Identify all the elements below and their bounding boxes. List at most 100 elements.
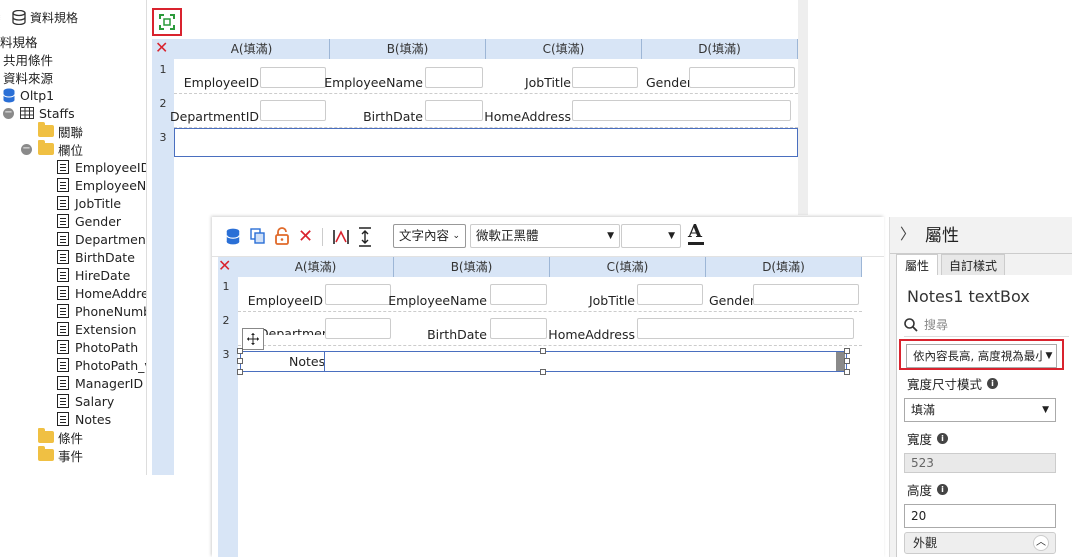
- field-input[interactable]: [490, 318, 547, 339]
- font-family-select[interactable]: 微軟正黑體 ▼: [470, 224, 620, 248]
- column-c[interactable]: C(填滿): [486, 39, 642, 59]
- row-number[interactable]: 1: [215, 280, 237, 293]
- tree-field-item[interactable]: Gender: [57, 212, 121, 230]
- column-a[interactable]: A(填滿): [238, 257, 394, 277]
- info-icon[interactable]: i: [987, 378, 999, 389]
- row-number[interactable]: 3: [215, 348, 237, 361]
- tree-field-item[interactable]: HireDate: [57, 266, 130, 284]
- column-a[interactable]: A(填滿): [174, 39, 330, 59]
- notes-textbox[interactable]: [324, 352, 847, 371]
- tree-field-item[interactable]: JobTitle: [57, 194, 121, 212]
- tree-field-item[interactable]: PhotoPath_v: [57, 356, 146, 374]
- height-mode-select[interactable]: 依內容長高, 高度視為最小 ▼: [899, 339, 1064, 370]
- column-b[interactable]: B(填滿): [394, 257, 550, 277]
- tree-field-item[interactable]: DepartmentID: [57, 230, 146, 248]
- row3-cell[interactable]: [174, 128, 798, 157]
- tree-header-label[interactable]: 資料規格: [30, 9, 78, 26]
- component-name: Notes1 textBox: [907, 287, 1030, 306]
- move-handle-icon[interactable]: [242, 328, 264, 350]
- menu-icon[interactable]: ≡: [0, 11, 8, 24]
- tree-item-events[interactable]: 事件: [38, 446, 83, 464]
- resize-handle[interactable]: [540, 348, 546, 354]
- info-icon[interactable]: i: [937, 433, 949, 444]
- field-input[interactable]: [637, 318, 854, 339]
- resize-handle[interactable]: [237, 358, 243, 364]
- fit-screen-button[interactable]: [152, 8, 182, 36]
- field-input[interactable]: [572, 100, 791, 121]
- resize-handle[interactable]: [844, 348, 850, 354]
- tree-field-item[interactable]: HomeAddress: [57, 284, 146, 302]
- tree-field-item[interactable]: PhoneNumber: [57, 302, 146, 320]
- scrollbar[interactable]: [798, 0, 808, 215]
- delete-icon[interactable]: ✕: [155, 40, 168, 56]
- column-d[interactable]: D(填滿): [706, 257, 862, 277]
- row-number[interactable]: 1: [152, 63, 174, 76]
- tree-field-item[interactable]: Salary: [57, 392, 114, 410]
- row-number[interactable]: 3: [152, 131, 174, 144]
- search-input[interactable]: 搜尋: [924, 316, 948, 333]
- tree-field-item[interactable]: EmployeeID: [57, 158, 146, 176]
- content-type-select[interactable]: 文字內容 ⌄: [393, 224, 466, 248]
- field-input[interactable]: [425, 100, 483, 121]
- database-icon[interactable]: [226, 228, 240, 245]
- tree-field-item[interactable]: EmployeeName: [57, 176, 146, 194]
- font-size-select[interactable]: ▼: [621, 224, 681, 248]
- copy-icon[interactable]: [250, 228, 266, 244]
- tree-item-common-conditions[interactable]: 共用條件: [3, 50, 53, 68]
- field-input[interactable]: [572, 67, 638, 88]
- tree-field-item[interactable]: PhotoPath: [57, 338, 138, 356]
- chevron-up-icon[interactable]: ︿: [1033, 535, 1049, 551]
- search-box[interactable]: 搜尋: [904, 313, 1069, 337]
- tree-item-spec[interactable]: 料規格: [0, 32, 38, 50]
- column-b[interactable]: B(填滿): [330, 39, 486, 59]
- tree-item-relation[interactable]: 關聯: [38, 122, 83, 140]
- split-columns-icon[interactable]: [332, 228, 350, 246]
- designer-toolbar: ✕ 文字內容 ⌄ 微軟正黑體 ▼ ▼ A: [212, 217, 884, 257]
- field-input[interactable]: [753, 284, 859, 305]
- collapse-icon[interactable]: −: [21, 143, 32, 155]
- height-mode-box[interactable]: 依內容長高, 高度視為最小 ▼: [906, 344, 1057, 368]
- resize-handle[interactable]: [540, 369, 546, 375]
- field-input[interactable]: [325, 318, 391, 339]
- info-icon[interactable]: i: [937, 484, 949, 495]
- delete-icon[interactable]: ✕: [298, 226, 313, 247]
- resize-handle[interactable]: [844, 358, 850, 364]
- field-input[interactable]: [260, 67, 326, 88]
- height-input[interactable]: 20: [904, 504, 1056, 528]
- column-d[interactable]: D(填滿): [642, 39, 798, 59]
- tab-custom-style[interactable]: 自訂樣式: [941, 254, 1005, 276]
- chevron-right-icon[interactable]: 〉: [900, 223, 915, 244]
- delete-icon[interactable]: ✕: [218, 257, 231, 275]
- field-input[interactable]: [689, 67, 795, 88]
- field-icon: [57, 322, 69, 336]
- tree-item-db[interactable]: Oltp1: [3, 86, 54, 104]
- folder-icon: [38, 446, 54, 461]
- field-label: EmployeeName: [324, 75, 423, 90]
- tree-field-item[interactable]: BirthDate: [57, 248, 135, 266]
- collapse-icon[interactable]: −: [3, 107, 14, 119]
- column-c[interactable]: C(填滿): [550, 257, 706, 277]
- field-input[interactable]: [425, 67, 483, 88]
- tree-field-item[interactable]: ManagerID: [57, 374, 143, 392]
- width-mode-select[interactable]: 填滿 ▼: [904, 398, 1056, 422]
- tree-item-fields[interactable]: − 欄位: [21, 140, 83, 158]
- vertical-align-icon[interactable]: [358, 227, 372, 247]
- resize-handle[interactable]: [237, 369, 243, 375]
- field-input[interactable]: [260, 100, 326, 121]
- resize-handle[interactable]: [237, 348, 243, 354]
- field-input[interactable]: [637, 284, 703, 305]
- lock-open-icon[interactable]: [274, 227, 290, 245]
- font-color-icon[interactable]: A: [688, 223, 704, 245]
- appearance-section[interactable]: 外觀 ︿: [904, 532, 1056, 554]
- field-input[interactable]: [325, 284, 391, 305]
- tree-field-item[interactable]: Extension: [57, 320, 136, 338]
- row-number[interactable]: 2: [215, 314, 237, 327]
- tree-item-data-source[interactable]: 資料來源: [3, 68, 53, 86]
- tree-item-conditions[interactable]: 條件: [38, 428, 83, 446]
- front-designer: ✕ 文字內容 ⌄ 微軟正黑體 ▼ ▼ A ✕ A(填滿) B(填滿) C(填滿)…: [212, 217, 884, 557]
- tab-properties[interactable]: 屬性: [896, 254, 938, 276]
- tree-field-item[interactable]: Notes: [57, 410, 111, 428]
- tree-item-table[interactable]: − Staffs: [3, 104, 75, 122]
- resize-handle[interactable]: [844, 369, 850, 375]
- field-input[interactable]: [490, 284, 547, 305]
